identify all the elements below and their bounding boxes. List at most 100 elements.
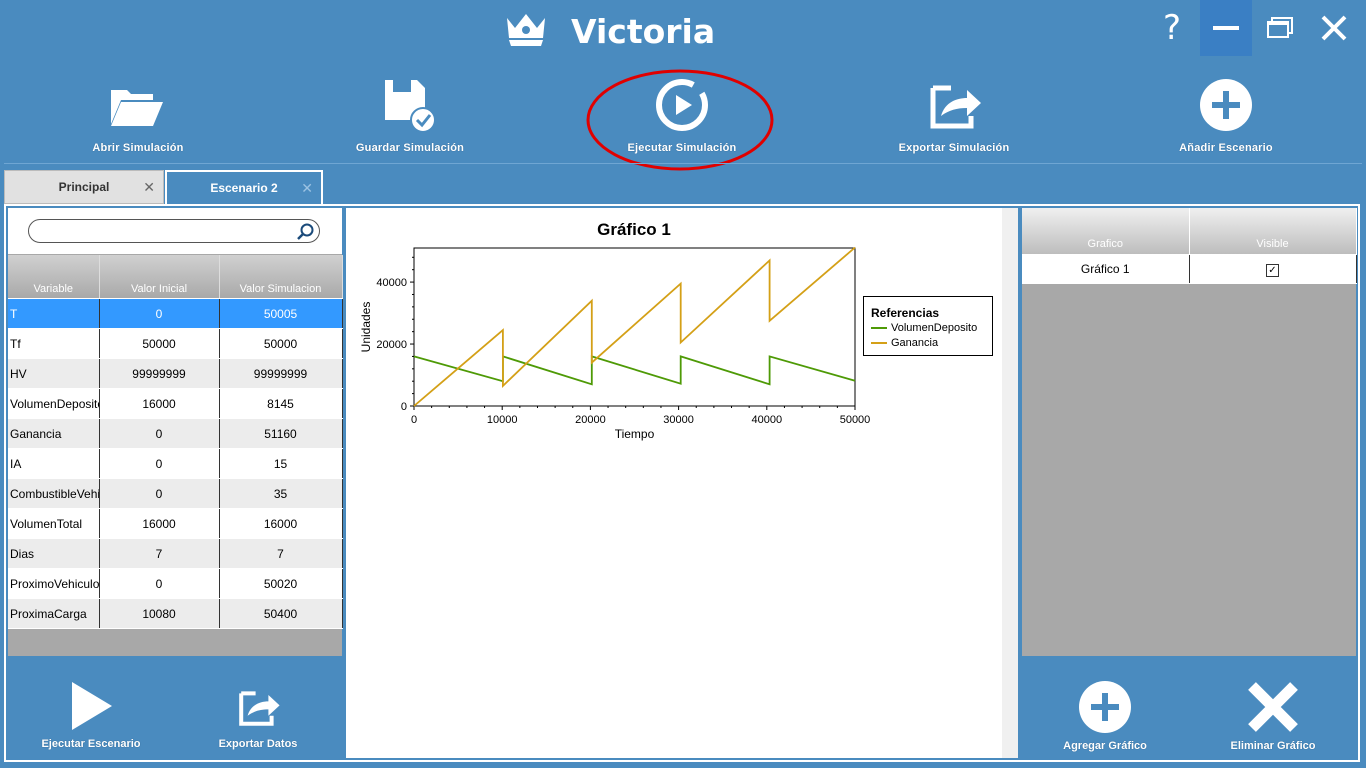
tab-close-icon[interactable]: ✕ — [301, 180, 313, 197]
table-row[interactable]: Dias 7 7 — [8, 538, 343, 569]
sim-value-cell[interactable]: 15 — [219, 448, 343, 479]
sim-value-cell[interactable]: 51160 — [219, 418, 343, 449]
export-icon — [930, 85, 981, 129]
initial-value-cell[interactable]: 16000 — [99, 388, 220, 419]
open-simulation-button[interactable]: Abrir Simulación — [38, 76, 238, 162]
variable-cell[interactable]: ProximaCarga — [8, 598, 100, 629]
toolbar-divider — [4, 163, 1362, 164]
add-scenario-label: Añadir Escenario — [1179, 142, 1273, 154]
tab-label: Escenario 2 — [210, 181, 278, 195]
sim-value-cell[interactable]: 16000 — [219, 508, 343, 539]
x-tick-label: 10000 — [487, 414, 518, 426]
open-simulation-label: Abrir Simulación — [92, 142, 184, 154]
initial-value-cell[interactable]: 0 — [99, 418, 220, 449]
legend-swatch — [871, 326, 887, 329]
legend-swatch — [871, 341, 887, 344]
table-row[interactable]: Gráfico 1 ✓ — [1022, 254, 1357, 284]
legend-label: Ganancia — [891, 336, 939, 349]
variable-cell[interactable]: VolumenTotal — [8, 508, 100, 539]
initial-value-cell[interactable]: 0 — [99, 448, 220, 479]
search-input[interactable] — [28, 219, 320, 243]
delete-graph-button[interactable]: Eliminar Gráfico — [1218, 680, 1328, 752]
sim-value-cell[interactable]: 50005 — [219, 298, 343, 329]
variable-cell[interactable]: Tf — [8, 328, 100, 359]
column-header-variable[interactable]: Variable — [8, 255, 100, 299]
column-header-visible[interactable]: Visible — [1189, 208, 1357, 255]
table-row[interactable]: ProximoVehiculo 0 50020 — [8, 568, 343, 599]
x-tick-label: 20000 — [575, 414, 606, 426]
initial-value-cell[interactable]: 7 — [99, 538, 220, 569]
tab-label: Principal — [58, 180, 110, 194]
variable-cell[interactable]: IA — [8, 448, 100, 479]
visible-cell[interactable]: ✓ — [1189, 254, 1357, 284]
table-row[interactable]: Tf 50000 50000 — [8, 328, 343, 359]
table-row[interactable]: CombustibleVehiculo035 — [8, 478, 343, 509]
variable-cell[interactable]: ProximoVehiculo — [8, 568, 100, 599]
table-row[interactable]: HV 99999999 99999999 — [8, 358, 343, 389]
sim-value-cell[interactable]: 50000 — [219, 328, 343, 359]
initial-value-cell[interactable]: 16000 — [99, 508, 220, 539]
initial-value-cell[interactable]: 99999999 — [99, 358, 220, 389]
sim-value-cell[interactable]: 7 — [219, 538, 343, 569]
plot-area — [413, 247, 856, 407]
variable-cell[interactable]: CombustibleVehiculo — [8, 478, 100, 509]
column-header-initial-value[interactable]: Valor Inicial — [99, 255, 220, 299]
initial-value-cell[interactable]: 50000 — [99, 328, 220, 359]
table-row[interactable]: IA 0 15 — [8, 448, 343, 479]
legend-item-ganancia: Ganancia — [871, 335, 992, 350]
run-scenario-button[interactable]: Ejecutar Escenario — [28, 680, 154, 750]
export-data-label: Exportar Datos — [218, 738, 298, 750]
variable-cell[interactable]: HV — [8, 358, 100, 389]
variables-table: Variable Valor Inicial Valor Simulacion … — [8, 255, 343, 629]
initial-value-cell[interactable]: 0 — [99, 568, 220, 599]
x-tick-label: 30000 — [663, 414, 694, 426]
table-row[interactable]: ProximaCarga 10080 50400 — [8, 598, 343, 629]
sim-value-cell[interactable]: 50020 — [219, 568, 343, 599]
x-tick-label: 0 — [411, 414, 417, 426]
chart-scrollbar[interactable] — [1002, 208, 1018, 758]
run-scenario-label: Ejecutar Escenario — [41, 738, 141, 750]
visible-checkbox[interactable]: ✓ — [1266, 263, 1279, 277]
maximize-button[interactable] — [1254, 0, 1306, 56]
close-icon — [1321, 15, 1347, 41]
graphs-table: Grafico Visible Gráfico 1 ✓ — [1022, 208, 1357, 284]
sim-value-cell[interactable]: 99999999 — [219, 358, 343, 389]
add-graph-label: Agregar Gráfico — [1063, 740, 1147, 752]
initial-value-cell[interactable]: 10080 — [99, 598, 220, 629]
column-header-graph[interactable]: Grafico — [1022, 208, 1190, 255]
minimize-button[interactable] — [1200, 0, 1252, 56]
table-row[interactable]: VolumenTotal 16000 16000 — [8, 508, 343, 539]
x-delete-icon — [1248, 682, 1298, 732]
variable-cell[interactable]: Dias — [8, 538, 100, 569]
variable-cell[interactable]: Ganancia — [8, 418, 100, 449]
tab-escenario-2[interactable]: Escenario 2 ✕ — [165, 170, 323, 204]
crown-logo-icon — [507, 14, 545, 46]
initial-value-cell[interactable]: 0 — [99, 298, 220, 329]
table-row[interactable]: T 0 50005 — [8, 298, 343, 329]
add-graph-button[interactable]: Agregar Gráfico — [1050, 680, 1160, 752]
close-button[interactable] — [1308, 0, 1360, 56]
graph-name-cell[interactable]: Gráfico 1 — [1022, 254, 1190, 284]
variable-cell[interactable]: VolumenDeposito — [8, 388, 100, 419]
y-tick-label: 40000 — [376, 277, 407, 289]
search-icon[interactable] — [296, 222, 316, 242]
table-row[interactable]: Ganancia 0 51160 — [8, 418, 343, 449]
sim-value-cell[interactable]: 35 — [219, 478, 343, 509]
initial-value-cell[interactable]: 0 — [99, 478, 220, 509]
sim-value-cell[interactable]: 8145 — [219, 388, 343, 419]
column-header-sim-value[interactable]: Valor Simulacion — [219, 255, 343, 299]
tab-principal[interactable]: Principal ✕ — [4, 170, 164, 204]
save-icon — [385, 80, 436, 133]
export-data-button[interactable]: Exportar Datos — [203, 682, 313, 750]
save-simulation-button[interactable]: Guardar Simulación — [310, 76, 510, 162]
add-scenario-button[interactable]: Añadir Escenario — [1126, 76, 1326, 162]
export-icon — [239, 691, 280, 726]
tab-close-icon[interactable]: ✕ — [143, 179, 155, 196]
table-row[interactable]: VolumenDeposito 16000 8145 — [8, 388, 343, 419]
export-simulation-button[interactable]: Exportar Simulación — [854, 76, 1054, 162]
sim-value-cell[interactable]: 50400 — [219, 598, 343, 629]
variable-cell[interactable]: T — [8, 298, 100, 329]
help-button[interactable]: ? — [1152, 0, 1192, 56]
x-tick-label: 40000 — [752, 414, 783, 426]
plus-circle-icon — [1200, 79, 1252, 131]
